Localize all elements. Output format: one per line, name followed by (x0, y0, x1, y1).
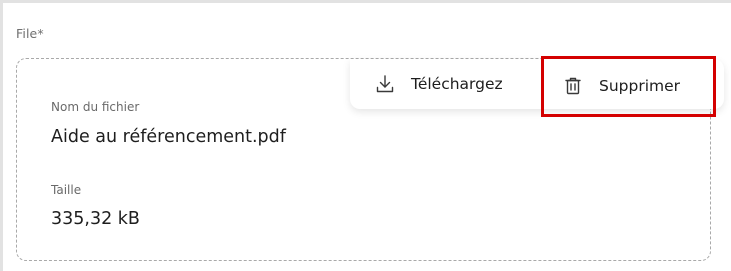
file-name-label: Nom du fichier (51, 100, 140, 114)
delete-button-label: Supprimer (599, 77, 681, 95)
file-field-panel: File* Nom du fichier Aide au référenceme… (0, 0, 731, 271)
download-button-label: Téléchargez (411, 75, 503, 93)
file-size-value: 335,32 kB (51, 209, 140, 229)
field-label: File* (16, 26, 44, 41)
download-button[interactable]: Téléchargez (350, 59, 541, 109)
file-size-label: Taille (51, 183, 82, 197)
file-card: Nom du fichier Aide au référencement.pdf… (16, 55, 724, 261)
trash-icon (563, 76, 583, 96)
download-icon (375, 74, 395, 94)
delete-button[interactable]: Supprimer (541, 55, 716, 117)
file-name-value: Aide au référencement.pdf (51, 127, 286, 147)
file-action-bar: Téléchargez Supprimer (350, 55, 724, 117)
